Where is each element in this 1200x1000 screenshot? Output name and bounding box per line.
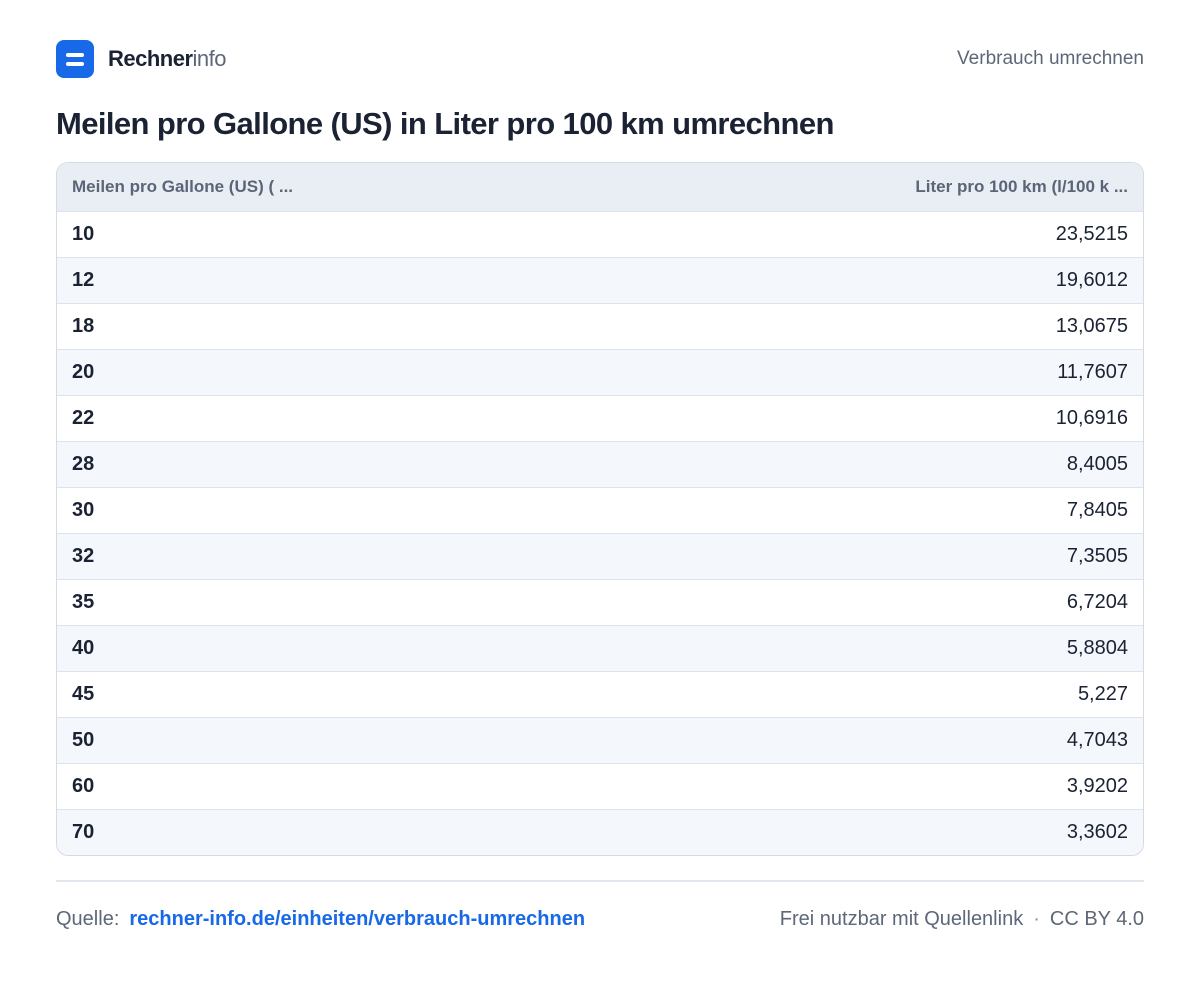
cell-l100km: 4,7043 [1066, 728, 1128, 751]
table-row: 35 6,7204 [57, 579, 1143, 625]
cell-l100km: 5,8804 [1066, 636, 1128, 659]
cell-l100km: 19,6012 [1055, 268, 1128, 291]
table-row: 50 4,7043 [57, 717, 1143, 763]
source-attribution: Quelle: rechner-info.de/einheiten/verbra… [56, 908, 585, 931]
table-row: 12 19,6012 [57, 257, 1143, 303]
column-header-mpg: Meilen pro Gallone (US) ( ... [72, 176, 294, 196]
brand-wordmark: Rechnerinfo [108, 46, 227, 71]
table-row: 22 10,6916 [57, 395, 1143, 441]
cell-l100km: 13,0675 [1055, 314, 1128, 337]
cell-l100km: 6,7204 [1066, 590, 1128, 613]
cell-mpg: 60 [72, 774, 95, 797]
cell-l100km: 23,5215 [1055, 222, 1128, 245]
site-footer: Quelle: rechner-info.de/einheiten/verbra… [56, 904, 1144, 934]
conversion-table: Meilen pro Gallone (US) ( ... Liter pro … [57, 163, 1143, 855]
cell-mpg: 50 [72, 728, 95, 751]
cell-l100km: 10,6916 [1055, 406, 1128, 429]
cell-l100km: 3,9202 [1066, 774, 1128, 797]
source-link[interactable]: rechner-info.de/einheiten/verbrauch-umre… [129, 908, 585, 931]
page: Rechnerinfo Verbrauch umrechnen Meilen p… [0, 0, 1200, 1000]
cell-mpg: 32 [72, 544, 95, 567]
cell-mpg: 35 [72, 590, 95, 613]
cell-mpg: 22 [72, 406, 95, 429]
cell-mpg: 12 [72, 268, 95, 291]
table-row: 70 3,3602 [57, 809, 1143, 855]
license-info: Frei nutzbar mit Quellenlink · CC BY 4.0 [780, 908, 1144, 931]
cell-l100km: 5,227 [1077, 682, 1128, 705]
table-row: 45 5,227 [57, 671, 1143, 717]
cell-mpg: 20 [72, 360, 95, 383]
license-separator: · [1033, 907, 1040, 930]
table-row: 28 8,4005 [57, 441, 1143, 487]
source-label: Quelle: [56, 907, 120, 930]
cell-mpg: 30 [72, 498, 95, 521]
cell-l100km: 3,3602 [1066, 820, 1128, 843]
license-text: Frei nutzbar mit Quellenlink [779, 907, 1024, 930]
brand-name-strong: Rechner [108, 46, 193, 71]
brand-name-light: info [192, 46, 227, 71]
table-row: 40 5,8804 [57, 625, 1143, 671]
table-row: 60 3,9202 [57, 763, 1143, 809]
cell-mpg: 18 [72, 314, 95, 337]
cell-mpg: 70 [72, 820, 95, 843]
table-header-row: Meilen pro Gallone (US) ( ... Liter pro … [57, 163, 1143, 211]
table-row: 18 13,0675 [57, 303, 1143, 349]
table-row: 20 11,7607 [57, 349, 1143, 395]
site-header: Rechnerinfo Verbrauch umrechnen [56, 40, 1144, 78]
brand-logo[interactable]: Rechnerinfo [56, 40, 227, 78]
cell-l100km: 7,8405 [1066, 498, 1128, 521]
table-body: 10 23,5215 12 19,6012 18 13,0675 20 11,7… [57, 211, 1143, 855]
footer-divider [56, 880, 1144, 882]
nav-link-verbrauch[interactable]: Verbrauch umrechnen [957, 48, 1144, 70]
conversion-table-card: Meilen pro Gallone (US) ( ... Liter pro … [56, 162, 1144, 856]
cell-mpg: 10 [72, 222, 95, 245]
cell-l100km: 11,7607 [1057, 360, 1128, 383]
license-name: CC BY 4.0 [1049, 907, 1144, 930]
logo-icon [56, 40, 94, 78]
cell-mpg: 45 [72, 682, 95, 705]
table-row: 30 7,8405 [57, 487, 1143, 533]
table-row: 32 7,3505 [57, 533, 1143, 579]
cell-l100km: 7,3505 [1066, 544, 1128, 567]
cell-mpg: 28 [72, 452, 95, 475]
cell-l100km: 8,4005 [1066, 452, 1128, 475]
column-header-l100km: Liter pro 100 km (l/100 k ... [915, 176, 1128, 196]
page-title: Meilen pro Gallone (US) in Liter pro 100… [56, 106, 834, 141]
table-row: 10 23,5215 [57, 211, 1143, 257]
cell-mpg: 40 [72, 636, 95, 659]
